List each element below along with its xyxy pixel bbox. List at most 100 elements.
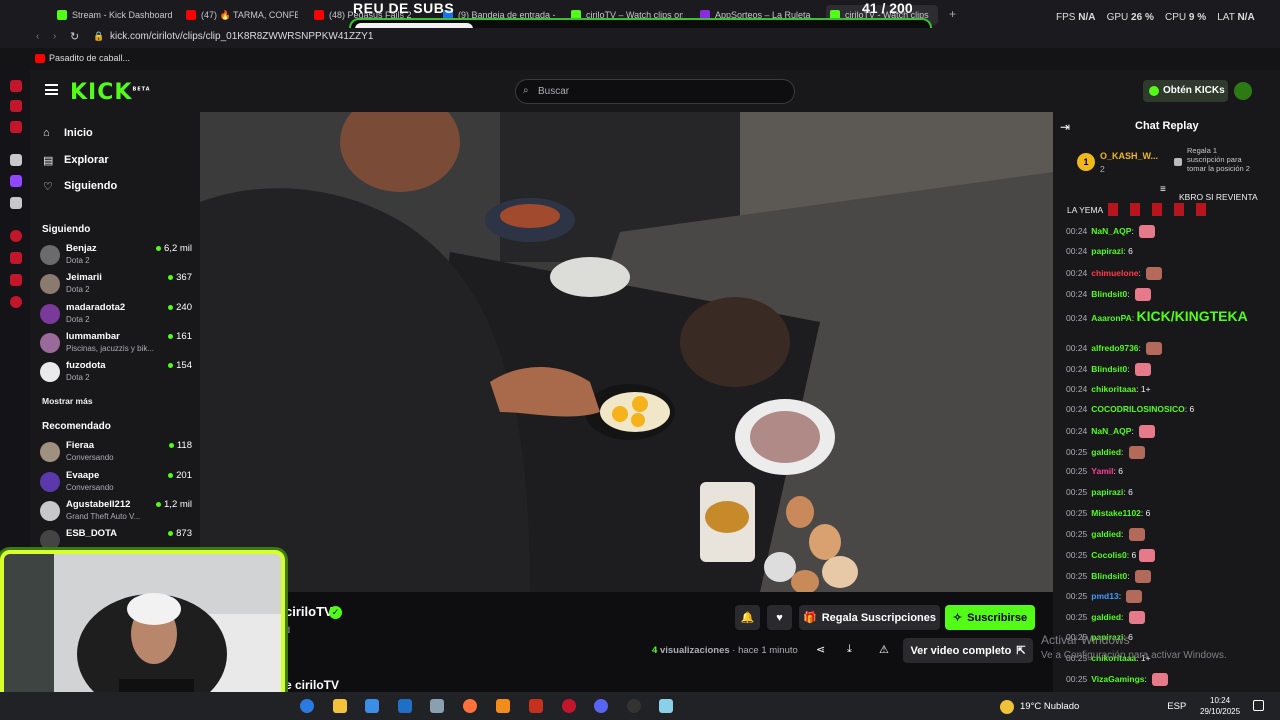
chat-message[interactable]: 00:25 Mistake1102: 6 — [1066, 508, 1150, 518]
chat-message[interactable]: 00:25 VizaGamings: — [1066, 673, 1169, 686]
search-input[interactable]: ⌕ Buscar — [515, 79, 795, 104]
sidebar-app-icon[interactable] — [10, 252, 22, 264]
channel-name[interactable]: ciriloTV — [285, 604, 333, 619]
sidebar-app-icon[interactable] — [10, 230, 22, 242]
system-clock[interactable]: 10:24 29/10/2025 — [1200, 695, 1240, 717]
chat-message[interactable]: 00:25 papirazi: 6 — [1066, 487, 1133, 497]
tab[interactable]: Stream - Kick Dashboard — [57, 5, 175, 25]
store-icon[interactable] — [365, 699, 379, 713]
url-field[interactable]: kick.com/cirilotv/clips/clip_01K8R8ZWWRS… — [110, 31, 373, 42]
channel-item[interactable]: Benjaz Dota 2 6,2 mil — [40, 243, 192, 269]
sidebar-x-icon[interactable] — [10, 197, 22, 209]
discord-icon[interactable] — [594, 699, 608, 713]
chat-username[interactable]: Yamil — [1091, 466, 1113, 476]
sidebar-settings-icon[interactable] — [10, 296, 22, 308]
chat-username[interactable]: alfredo9736 — [1091, 343, 1138, 353]
tab[interactable]: (47) 🔥 TARMA, CONFES — [186, 5, 298, 25]
chat-message[interactable]: 00:24 alfredo9736: — [1066, 342, 1163, 355]
chat-message[interactable]: 00:25 Blindsit0: — [1066, 570, 1151, 583]
collapse-chat-icon[interactable]: ⇥ — [1060, 120, 1070, 134]
vlc-icon[interactable] — [496, 699, 510, 713]
chat-message[interactable]: 00:25 pmd13: — [1066, 590, 1143, 603]
chat-message[interactable]: 00:24 papirazi: 6 — [1066, 246, 1133, 256]
forward-icon[interactable]: › — [53, 31, 56, 42]
chat-username[interactable]: galdied — [1091, 529, 1121, 539]
user-avatar[interactable] — [1234, 82, 1252, 100]
chat-username[interactable]: COCODRILOSINOSICO — [1091, 404, 1185, 414]
bookmark-item[interactable]: Pasadito de caball... — [49, 53, 130, 63]
chat-message[interactable]: 00:24 chimuelone: — [1066, 267, 1163, 280]
chat-username[interactable]: Blindsit0 — [1091, 364, 1127, 374]
follow-heart-icon[interactable]: ♥ — [767, 605, 792, 630]
chat-message[interactable]: 00:24 Blindsit0: — [1066, 288, 1151, 301]
chat-username[interactable]: VizaGamings — [1091, 674, 1144, 684]
chat-message[interactable]: 00:24 COCODRILOSINOSICO: 6 — [1066, 404, 1194, 414]
chat-username[interactable]: Mistake1102 — [1091, 508, 1141, 518]
sidebar-app-icon[interactable] — [10, 121, 22, 133]
file-explorer-icon[interactable] — [333, 699, 347, 713]
sidebar-kick-icon[interactable] — [10, 154, 22, 166]
chat-username[interactable]: chimuelone — [1091, 268, 1138, 278]
chat-username[interactable]: NaN_AQP — [1091, 226, 1131, 236]
report-icon[interactable]: ⚠ — [879, 643, 889, 656]
chat-username[interactable]: papirazi — [1091, 487, 1123, 497]
chat-message[interactable]: 00:24 NaN_AQP: — [1066, 425, 1156, 438]
notifications-icon[interactable] — [1253, 700, 1264, 711]
chat-message[interactable]: 00:25 galdied: — [1066, 611, 1145, 624]
video-player[interactable] — [200, 112, 1053, 592]
channel-item[interactable]: lummambar Piscinas, jacuzzis y bik... 161 — [40, 331, 192, 357]
chat-message[interactable]: 00:25 galdied: — [1066, 528, 1145, 541]
sidebar-app-icon[interactable] — [10, 100, 22, 112]
app-icon[interactable] — [430, 699, 444, 713]
chat-message[interactable]: 00:24 NaN_AQP: — [1066, 225, 1156, 238]
chat-username[interactable]: pmd13 — [1091, 591, 1118, 601]
chat-message[interactable]: 00:24 Blindsit0: — [1066, 363, 1151, 376]
sidebar-app-icon[interactable] — [10, 80, 22, 92]
watch-full-video-button[interactable]: Ver video completo ⇱ — [903, 638, 1033, 663]
chat-username[interactable]: Blindsit0 — [1091, 571, 1127, 581]
chat-username[interactable]: NaN_AQP — [1091, 426, 1131, 436]
chat-username[interactable]: galdied — [1091, 447, 1121, 457]
firefox-icon[interactable] — [463, 699, 477, 713]
chat-username[interactable]: papirazi — [1091, 246, 1123, 256]
nav-explore[interactable]: Explorar — [64, 154, 109, 166]
channel-item[interactable]: Agustabell212 Grand Theft Auto V... 1,2 mi… — [40, 499, 192, 525]
channel-item[interactable]: Jeimarii Dota 2 367 — [40, 272, 192, 298]
app-icon[interactable] — [529, 699, 543, 713]
subscribe-button[interactable]: ✧ Suscribirse — [945, 605, 1035, 630]
notification-bell-icon[interactable]: 🔔 — [735, 605, 760, 630]
opera-icon[interactable] — [562, 699, 576, 713]
chat-message[interactable]: 00:25 Yamil: 6 — [1066, 466, 1123, 476]
channel-item[interactable]: Evaape Conversando 201 — [40, 470, 192, 496]
weather-icon[interactable] — [1000, 700, 1014, 714]
chat-message[interactable]: 00:24 AaaronPA: KICK/KINGTEKA — [1066, 308, 1248, 324]
gift-subs-button[interactable]: 🎁 Regala Suscripciones — [799, 605, 940, 630]
top-gifter-name[interactable]: O_KASH_W... — [1100, 151, 1158, 161]
chat-message[interactable]: 00:25 galdied: — [1066, 446, 1145, 459]
chat-message[interactable]: 00:25 Cocolis0: 6 — [1066, 549, 1156, 562]
nav-following[interactable]: Siguiendo — [64, 180, 117, 192]
outlook-icon[interactable] — [398, 699, 412, 713]
download-icon[interactable]: ⤓ — [847, 643, 852, 656]
new-tab-icon[interactable]: + — [949, 7, 956, 21]
nav-home[interactable]: Inicio — [64, 127, 93, 139]
kick-logo[interactable]: KICKBETA — [70, 80, 151, 105]
chat-username[interactable]: Blindsit0 — [1091, 289, 1127, 299]
sidebar-twitch-icon[interactable] — [10, 175, 22, 187]
menu-icon[interactable] — [45, 84, 58, 95]
chat-username[interactable]: chikoritaaa — [1091, 384, 1136, 394]
channel-item[interactable]: madaradota2 Dota 2 240 — [40, 302, 192, 328]
chat-username[interactable]: Cocolis0 — [1091, 550, 1126, 560]
app-icon[interactable] — [659, 699, 673, 713]
chat-message[interactable]: 00:24 chikoritaaa: 1+ — [1066, 384, 1151, 394]
back-icon[interactable]: ‹ — [36, 31, 39, 42]
edge-icon[interactable] — [300, 699, 314, 713]
channel-item[interactable]: Fieraa Conversando 118 — [40, 440, 192, 466]
get-kicks-button[interactable]: Obtén KICKs — [1143, 80, 1228, 102]
chat-filter-icon[interactable]: ≡ — [1160, 184, 1166, 195]
chat-username[interactable]: AaaronPA — [1091, 313, 1131, 323]
reload-icon[interactable]: ↻ — [70, 30, 79, 43]
chat-username[interactable]: galdied — [1091, 612, 1121, 622]
channel-item[interactable]: fuzodota Dota 2 154 — [40, 360, 192, 386]
obs-icon[interactable] — [627, 699, 641, 713]
